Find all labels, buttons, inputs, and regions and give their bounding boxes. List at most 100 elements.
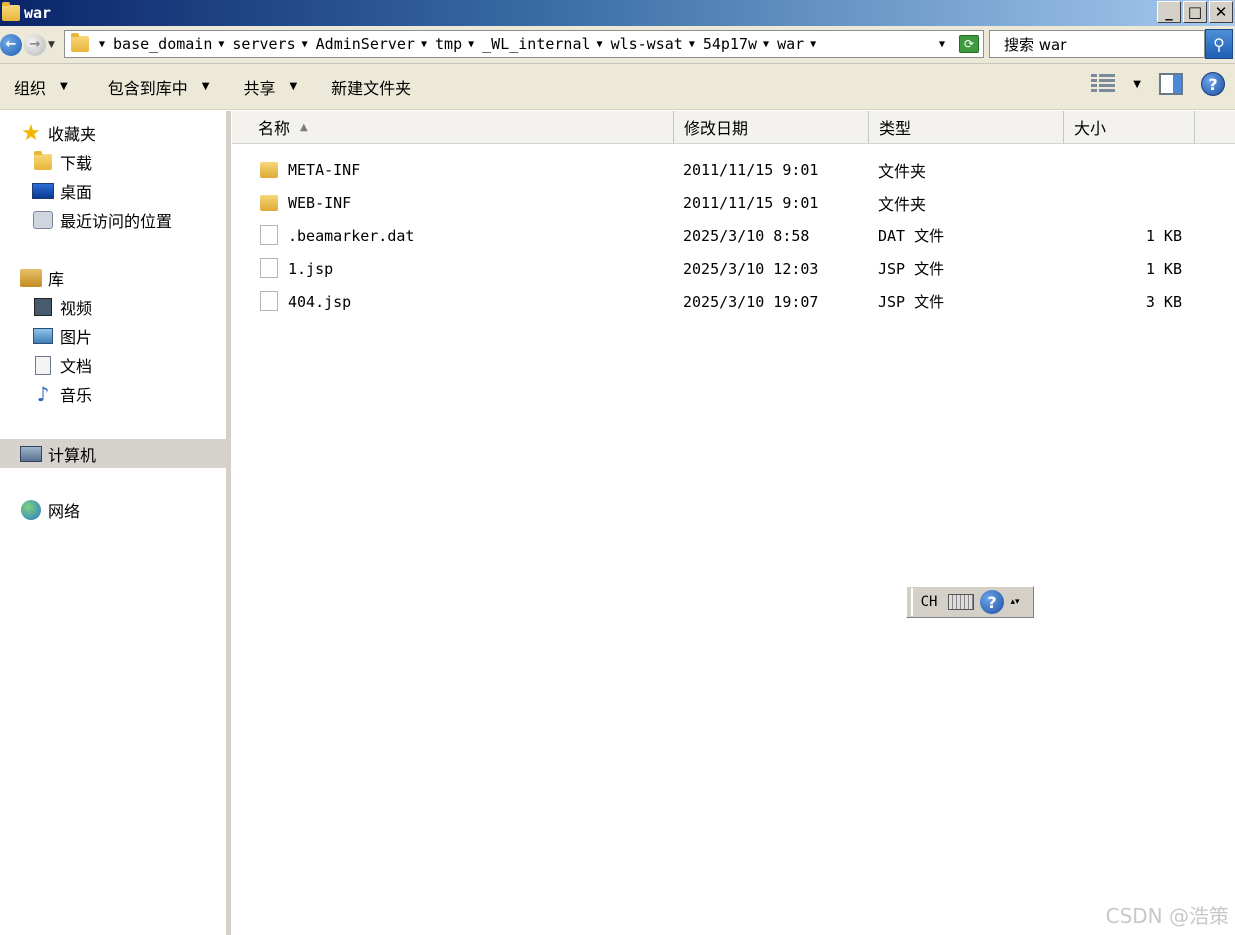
- sidebar-item-favorites[interactable]: ★ 收藏夹: [20, 120, 96, 146]
- computer-icon: [20, 445, 42, 462]
- title-bar[interactable]: war _ □ ✕: [0, 0, 1235, 26]
- preview-pane-icon[interactable]: [1159, 73, 1183, 95]
- input-language-button[interactable]: CH: [911, 588, 945, 616]
- table-row[interactable]: 404.jsp 2025/3/10 19:07 JSP 文件 3 KB: [232, 285, 1232, 318]
- chevron-down-icon[interactable]: ▼: [302, 39, 308, 50]
- breadcrumb-item[interactable]: servers: [232, 35, 295, 53]
- column-header-type[interactable]: 类型: [869, 111, 1064, 144]
- column-header-label: 大小: [1074, 119, 1107, 138]
- keyboard-icon[interactable]: [945, 588, 977, 616]
- file-icon: [260, 225, 278, 245]
- file-type: JSP 文件: [878, 260, 945, 278]
- table-row[interactable]: 1.jsp 2025/3/10 12:03 JSP 文件 1 KB: [232, 252, 1232, 285]
- breadcrumb-item[interactable]: tmp: [435, 35, 462, 53]
- view-details-icon[interactable]: [1091, 74, 1116, 94]
- chevron-down-icon[interactable]: ▼: [218, 39, 224, 50]
- organize-label: 组织: [14, 78, 47, 98]
- file-date: 2011/11/15 9:01: [683, 160, 819, 179]
- file-type: 文件夹: [878, 161, 927, 181]
- refresh-icon[interactable]: ⟳: [959, 35, 979, 53]
- desktop-icon: [32, 183, 54, 199]
- sidebar-item-downloads[interactable]: 下载: [32, 149, 92, 175]
- sidebar-item-label: 下载: [60, 154, 93, 173]
- help-icon: ?: [980, 590, 1004, 614]
- chevron-down-icon[interactable]: ▼: [810, 39, 816, 50]
- column-header-size[interactable]: 大小: [1064, 111, 1195, 144]
- search-icon[interactable]: ⚲: [1205, 29, 1233, 59]
- video-icon: [34, 298, 52, 316]
- sidebar-item-videos[interactable]: 视频: [32, 294, 92, 320]
- file-size: 1 KB: [1145, 259, 1182, 278]
- help-icon[interactable]: ?: [1201, 72, 1225, 96]
- minimize-button[interactable]: _: [1157, 1, 1181, 23]
- sidebar-item-label: 桌面: [60, 183, 93, 202]
- recent-pages-dropdown-icon[interactable]: ▼: [48, 40, 55, 50]
- chevron-down-icon[interactable]: ▼: [763, 39, 769, 50]
- sidebar-item-desktop[interactable]: 桌面: [32, 178, 92, 204]
- breadcrumb-item[interactable]: war: [777, 35, 804, 53]
- include-library-button[interactable]: 包含到库中 ▼: [108, 75, 210, 99]
- sidebar-item-libraries[interactable]: 库: [20, 265, 64, 291]
- sidebar-item-computer[interactable]: 计算机: [0, 439, 226, 468]
- sidebar-item-label: 最近访问的位置: [60, 212, 173, 231]
- maximize-button[interactable]: □: [1183, 1, 1207, 23]
- file-size: 3 KB: [1145, 292, 1182, 311]
- back-button[interactable]: ←: [0, 33, 22, 56]
- star-icon: ★: [21, 120, 41, 146]
- sidebar-item-network[interactable]: 网络: [20, 497, 80, 523]
- breadcrumb-item[interactable]: _WL_internal: [482, 35, 590, 53]
- chevron-down-icon[interactable]: ▼: [421, 39, 427, 50]
- folder-icon: [71, 33, 89, 52]
- table-row[interactable]: .beamarker.dat 2025/3/10 8:58 DAT 文件 1 K…: [232, 219, 1232, 252]
- music-icon: ♪: [36, 382, 50, 406]
- sidebar-item-label: 视频: [60, 299, 93, 318]
- file-name: 404.jsp: [288, 292, 352, 311]
- breadcrumb-item[interactable]: base_domain: [113, 35, 212, 53]
- language-bar[interactable]: CH ? ▴▾: [906, 586, 1034, 618]
- breadcrumb-item[interactable]: wls-wsat: [611, 35, 683, 53]
- document-icon: [35, 355, 51, 375]
- chevron-down-icon[interactable]: ▼: [597, 39, 603, 50]
- navigation-pane: ★ 收藏夹 下载 桌面 最近访问的位置 库 视频 图片 文档 ♪ 音乐 计算机 …: [0, 111, 226, 935]
- command-bar: 组织 ▼ 包含到库中 ▼ 共享 ▼ 新建文件夹 ▼ ?: [0, 64, 1235, 110]
- picture-icon: [33, 328, 53, 344]
- sidebar-item-music[interactable]: ♪ 音乐: [32, 381, 92, 407]
- network-icon: [21, 500, 41, 520]
- window-controls: _ □ ✕: [1157, 1, 1233, 23]
- folder-icon: [2, 2, 20, 21]
- file-name: WEB-INF: [288, 193, 352, 212]
- sidebar-item-recent[interactable]: 最近访问的位置: [32, 207, 172, 233]
- column-header-name[interactable]: 名称 ▲: [232, 111, 674, 144]
- file-name: .beamarker.dat: [288, 226, 415, 245]
- close-button[interactable]: ✕: [1209, 1, 1233, 23]
- sidebar-item-documents[interactable]: 文档: [32, 352, 92, 378]
- address-bar[interactable]: ▼ base_domain ▼ servers ▼ AdminServer ▼ …: [64, 30, 984, 58]
- column-header-date[interactable]: 修改日期: [674, 111, 869, 144]
- file-date: 2011/11/15 9:01: [683, 193, 819, 212]
- forward-button[interactable]: →: [24, 33, 46, 56]
- table-row[interactable]: META-INF 2011/11/15 9:01 文件夹: [232, 153, 1232, 186]
- breadcrumb-item[interactable]: 54p17w: [703, 35, 757, 53]
- language-bar-help-button[interactable]: ?: [977, 588, 1007, 616]
- column-header-label: 类型: [879, 119, 912, 138]
- share-button[interactable]: 共享 ▼: [243, 75, 297, 99]
- folder-icon: [260, 195, 278, 211]
- chevron-down-icon[interactable]: ▼: [468, 39, 474, 50]
- sidebar-item-label: 文档: [60, 357, 93, 376]
- sidebar-item-pictures[interactable]: 图片: [32, 323, 92, 349]
- search-input[interactable]: 搜索 war: [989, 30, 1205, 58]
- file-name: 1.jsp: [288, 259, 334, 278]
- pane-splitter[interactable]: [226, 111, 231, 935]
- new-folder-button[interactable]: 新建文件夹: [331, 75, 411, 99]
- address-history-dropdown-icon[interactable]: ▼: [939, 39, 945, 50]
- organize-button[interactable]: 组织 ▼: [14, 75, 68, 99]
- language-bar-options-icon[interactable]: ▴▾: [1007, 588, 1023, 616]
- file-date: 2025/3/10 8:58: [683, 226, 810, 245]
- new-folder-label: 新建文件夹: [331, 78, 412, 98]
- chevron-down-icon[interactable]: ▼: [99, 39, 105, 50]
- chevron-down-icon[interactable]: ▼: [1133, 79, 1141, 90]
- breadcrumb-item[interactable]: AdminServer: [316, 35, 415, 53]
- table-row[interactable]: WEB-INF 2011/11/15 9:01 文件夹: [232, 186, 1232, 219]
- chevron-down-icon: ▼: [201, 81, 210, 92]
- chevron-down-icon[interactable]: ▼: [689, 39, 695, 50]
